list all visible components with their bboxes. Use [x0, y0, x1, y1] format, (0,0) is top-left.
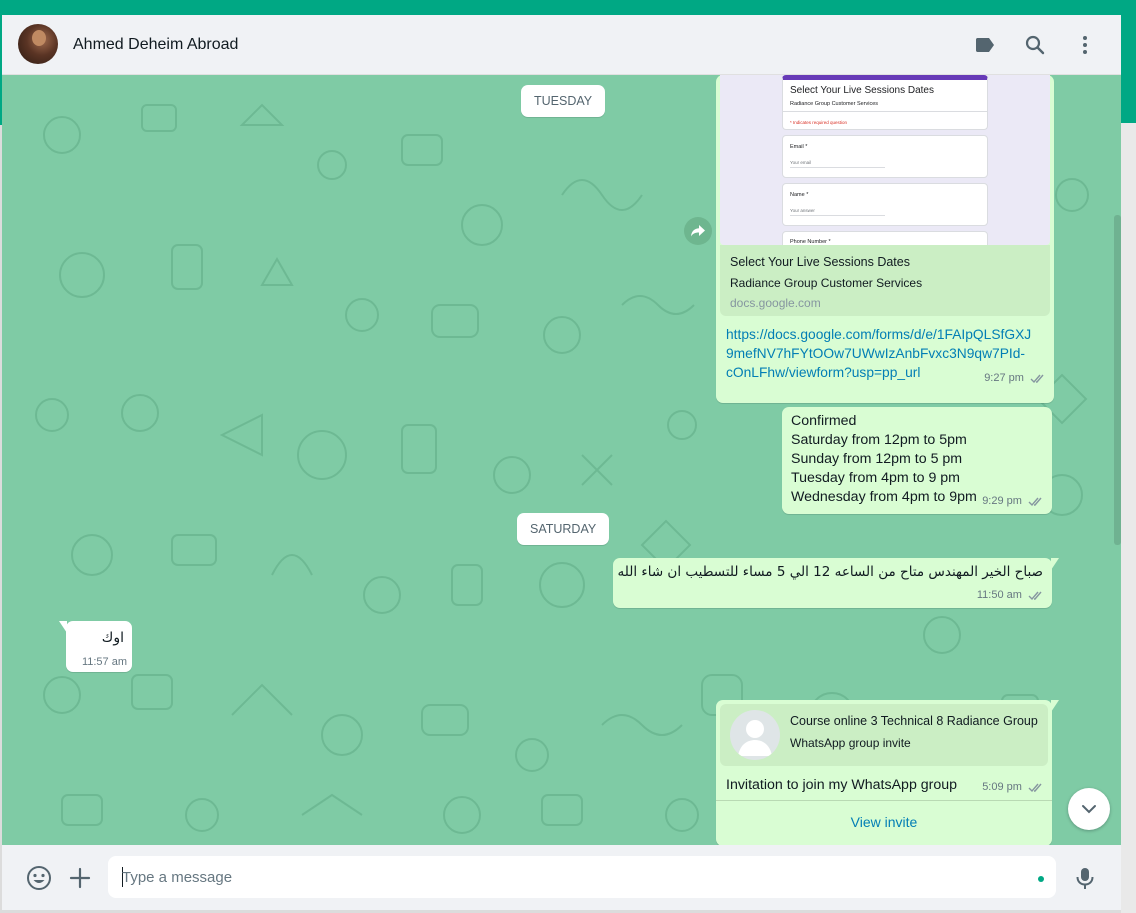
search-icon[interactable]: [1023, 33, 1047, 57]
message-text: Invitation to join my WhatsApp group: [726, 777, 958, 793]
chat-window: Ahmed Deheim Abroad TUESDAY Select Your …: [2, 15, 1121, 910]
plus-icon[interactable]: [67, 865, 93, 891]
message-group-invite[interactable]: Course online 3 Technical 8 Radiance Gro…: [716, 700, 1059, 845]
preview-field-email: Email * Your email: [782, 135, 988, 178]
message-meta: 9:29 pm: [982, 495, 1044, 507]
menu-dots-icon[interactable]: [1073, 33, 1097, 57]
double-check-icon: [1030, 374, 1044, 383]
message-text: اوك: [101, 630, 124, 646]
double-check-icon: [1028, 497, 1042, 506]
chevron-down-icon: [1082, 805, 1096, 814]
message-list[interactable]: TUESDAY Select Your Live Sessions Dates …: [2, 75, 1121, 845]
scroll-to-bottom-button[interactable]: [1068, 788, 1110, 830]
chat-name[interactable]: Ahmed Deheim Abroad: [73, 36, 238, 54]
preview-form-title: Select Your Live Sessions Dates: [790, 85, 934, 96]
group-invite-card[interactable]: Course online 3 Technical 8 Radiance Gro…: [720, 704, 1048, 766]
group-avatar-icon: [730, 710, 780, 760]
link-preview-image[interactable]: Select Your Live Sessions Dates Radiance…: [720, 75, 1050, 245]
message-time: 5:09 pm: [982, 781, 1022, 793]
emoji-icon[interactable]: [26, 865, 52, 891]
double-check-icon: [1028, 783, 1042, 792]
message-input[interactable]: [122, 856, 1022, 898]
date-chip-tuesday: TUESDAY: [521, 85, 606, 117]
message-input-box[interactable]: [108, 856, 1056, 898]
forward-icon[interactable]: [684, 217, 712, 245]
view-invite-button[interactable]: View invite: [716, 801, 1052, 844]
link-preview-description: Radiance Group Customer Services: [730, 276, 923, 290]
message-arabic-incoming[interactable]: اوك 11:57 am: [59, 621, 132, 672]
message-meta: 11:50 am: [977, 589, 1044, 601]
preview-form-header: Select Your Live Sessions Dates Radiance…: [782, 75, 988, 130]
preview-form-required: * Indicates required question: [790, 120, 848, 125]
message-time: 11:57 am: [81, 656, 127, 668]
message-form-link[interactable]: Select Your Live Sessions Dates Radiance…: [716, 75, 1054, 403]
composer: [2, 845, 1121, 910]
message-meta: 9:27 pm: [984, 372, 1046, 384]
chat-header[interactable]: Ahmed Deheim Abroad: [2, 15, 1121, 75]
link-preview-title: Select Your Live Sessions Dates: [730, 255, 910, 269]
preview-field-name: Name * Your answer: [782, 183, 988, 226]
message-confirmed[interactable]: Confirmed Saturday from 12pm to 5pm Sund…: [782, 407, 1052, 514]
group-name: Course online 3 Technical 8 Radiance Gro…: [790, 714, 1038, 728]
group-invite-type: WhatsApp group invite: [790, 736, 911, 750]
preview-field-phone: Phone Number *: [782, 231, 988, 245]
message-time: 11:50 am: [976, 589, 1022, 601]
message-time: 9:27 pm: [984, 372, 1024, 384]
status-dot: [1038, 876, 1044, 882]
microphone-icon[interactable]: [1072, 865, 1098, 891]
scrollbar[interactable]: [1114, 215, 1121, 545]
contact-avatar[interactable]: [18, 24, 58, 64]
date-chip-saturday: SATURDAY: [517, 513, 610, 545]
link-preview-domain: docs.google.com: [730, 296, 821, 310]
message-text: صباح الخير المهندس متاح من الساعه 12 الي…: [617, 564, 1044, 580]
message-arabic-outgoing[interactable]: صباح الخير المهندس متاح من الساعه 12 الي…: [613, 558, 1059, 608]
preview-form-subtitle: Radiance Group Customer Services: [790, 101, 879, 107]
message-meta: 5:09 pm: [982, 781, 1044, 793]
label-icon[interactable]: [973, 33, 997, 57]
message-time: 9:29 pm: [982, 495, 1022, 507]
double-check-icon: [1028, 591, 1042, 600]
link-preview-details[interactable]: Select Your Live Sessions Dates Radiance…: [720, 245, 1050, 316]
message-text: Confirmed Saturday from 12pm to 5pm Sund…: [791, 413, 977, 505]
